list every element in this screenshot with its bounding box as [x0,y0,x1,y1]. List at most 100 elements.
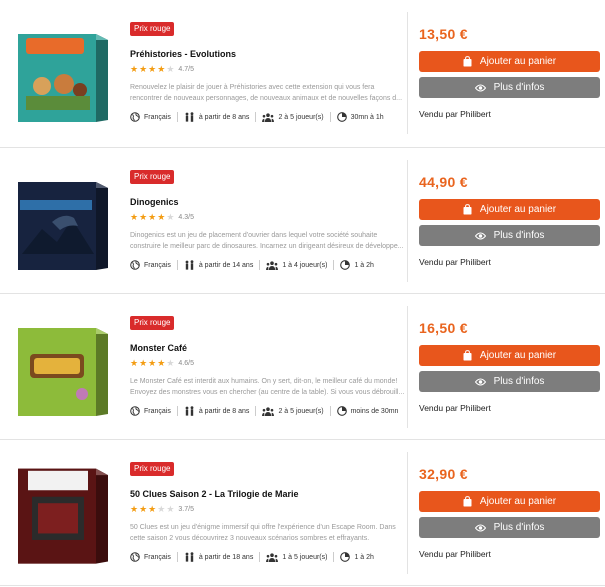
product-rating: ★ ★ ★ ★ ★ 4.6/5 [130,358,194,368]
meta-separator [176,552,178,562]
rating-score: 4.7/5 [178,65,194,73]
globe-icon [130,552,140,562]
star-icon: ★ [166,212,175,222]
meta-age: à partir de 14 ans [184,260,253,270]
shopping-bag-icon [463,204,472,215]
rating-stars: ★ ★ ★ ★ ★ [130,64,175,74]
meta-separator [259,260,261,270]
product-image[interactable] [12,320,112,420]
globe-icon [130,406,140,416]
product-card: Prix rouge Préhistories - Evolutions ★ ★ ★… [0,0,605,148]
star-icon: ★ [148,358,157,368]
product-title[interactable]: 50 Clues Saison 2 - La Trilogie de Marie [130,489,405,499]
product-title[interactable]: Préhistories - Evolutions [130,49,405,59]
rating-stars: ★ ★ ★ ★ ★ [130,358,175,368]
meta-separator [329,112,331,122]
add-to-cart-label: Ajouter au panier [479,350,557,361]
column-divider [407,12,408,134]
more-info-button[interactable]: Plus d'infos [419,77,600,98]
more-info-button[interactable]: Plus d'infos [419,225,600,246]
product-rating: ★ ★ ★ ★ ★ 4.7/5 [130,64,194,74]
more-info-button[interactable]: Plus d'infos [419,517,600,538]
players-text: 2 à 5 joueur(s) [278,407,324,415]
box-art-image [18,468,108,564]
add-to-cart-button[interactable]: Ajouter au panier [419,345,600,366]
description-line: Dinogenics est un jeu de placement d'ouv… [130,232,378,239]
column-divider [407,306,408,428]
star-icon: ★ [130,358,139,368]
rating-score: 4.3/5 [178,213,194,221]
more-info-label: Plus d'infos [493,522,545,533]
star-icon: ★ [130,64,139,74]
rating-score: 3.7/5 [178,505,194,513]
product-description: Dinogenics est un jeu de placement d'ouv… [130,230,405,252]
promo-badge: Prix rouge [130,316,175,330]
description-line: Renouvelez le plaisir de jouer à Préhist… [130,84,375,91]
more-info-label: Plus d'infos [493,376,545,387]
product-image[interactable] [12,174,112,274]
more-info-label: Plus d'infos [493,82,545,93]
star-icon: ★ [166,64,175,74]
product-meta: Français à partir de 14 ans 1 à 4 joueur… [130,260,405,270]
product-meta: Français à partir de 18 ans 1 à 5 joueur… [130,552,405,562]
players-icon [262,112,275,122]
meta-separator [255,406,257,416]
description-line: construire le meilleur parc de dinosaure… [130,243,404,250]
clock-icon [336,112,347,122]
product-description: Renouvelez le plaisir de jouer à Préhist… [130,82,405,104]
players-text: 2 à 5 joueur(s) [278,113,324,121]
product-rating: ★ ★ ★ ★ ★ 3.7/5 [130,504,194,514]
meta-duration: moins de 30mn [336,406,399,416]
product-image[interactable] [12,26,112,126]
box-art-image [18,34,108,122]
box-art-image [18,328,108,416]
more-info-label: Plus d'infos [493,230,545,241]
star-icon: ★ [166,504,175,514]
duration-text: moins de 30mn [350,407,399,415]
rating-score: 4.6/5 [178,359,194,367]
column-divider [407,160,408,282]
players-icon [266,552,279,562]
description-line: rencontrer de nouveaux personnages, de n… [130,95,403,102]
duration-text: 30mn à 1h [350,113,384,121]
globe-icon [130,260,140,270]
meta-separator [333,260,335,270]
age-group-icon [185,406,194,416]
star-icon: ★ [157,64,166,74]
add-to-cart-button[interactable]: Ajouter au panier [419,491,600,512]
eye-icon [474,232,486,239]
promo-badge: Prix rouge [130,170,175,184]
star-icon: ★ [139,358,148,368]
meta-language: Français [130,406,171,416]
add-to-cart-label: Ajouter au panier [479,56,557,67]
product-image[interactable] [12,460,112,568]
age-text: à partir de 8 ans [198,113,250,121]
promo-badge: Prix rouge [130,22,175,36]
seller-text: Vendu par Philibert [419,549,491,559]
product-title[interactable]: Monster Café [130,343,405,353]
meta-players: 2 à 5 joueur(s) [262,112,324,122]
duration-text: 1 à 2h [354,553,374,561]
product-description: 50 Clues est un jeu d'énigme immersif qu… [130,522,405,544]
duration-text: 1 à 2h [354,261,374,269]
more-info-button[interactable]: Plus d'infos [419,371,600,392]
meta-language: Français [130,552,171,562]
shopping-bag-icon [463,496,472,507]
clock-icon [340,552,351,562]
add-to-cart-button[interactable]: Ajouter au panier [419,199,600,220]
age-text: à partir de 8 ans [198,407,250,415]
add-to-cart-button[interactable]: Ajouter au panier [419,51,600,72]
meta-separator [259,552,261,562]
product-card: Prix rouge 50 Clues Saison 2 - La Trilog… [0,440,605,586]
product-description: Le Monster Café est interdit aux humains… [130,376,405,398]
star-icon: ★ [148,64,157,74]
column-divider [407,452,408,574]
product-card: Prix rouge Monster Café ★ ★ ★ ★ ★ 4.6/5 Le M… [0,294,605,440]
product-title[interactable]: Dinogenics [130,197,405,207]
language-text: Français [144,113,171,121]
meta-separator [255,112,257,122]
age-group-icon [185,112,194,122]
meta-language: Français [130,260,171,270]
rating-stars: ★ ★ ★ ★ ★ [130,212,175,222]
star-icon: ★ [148,504,157,514]
